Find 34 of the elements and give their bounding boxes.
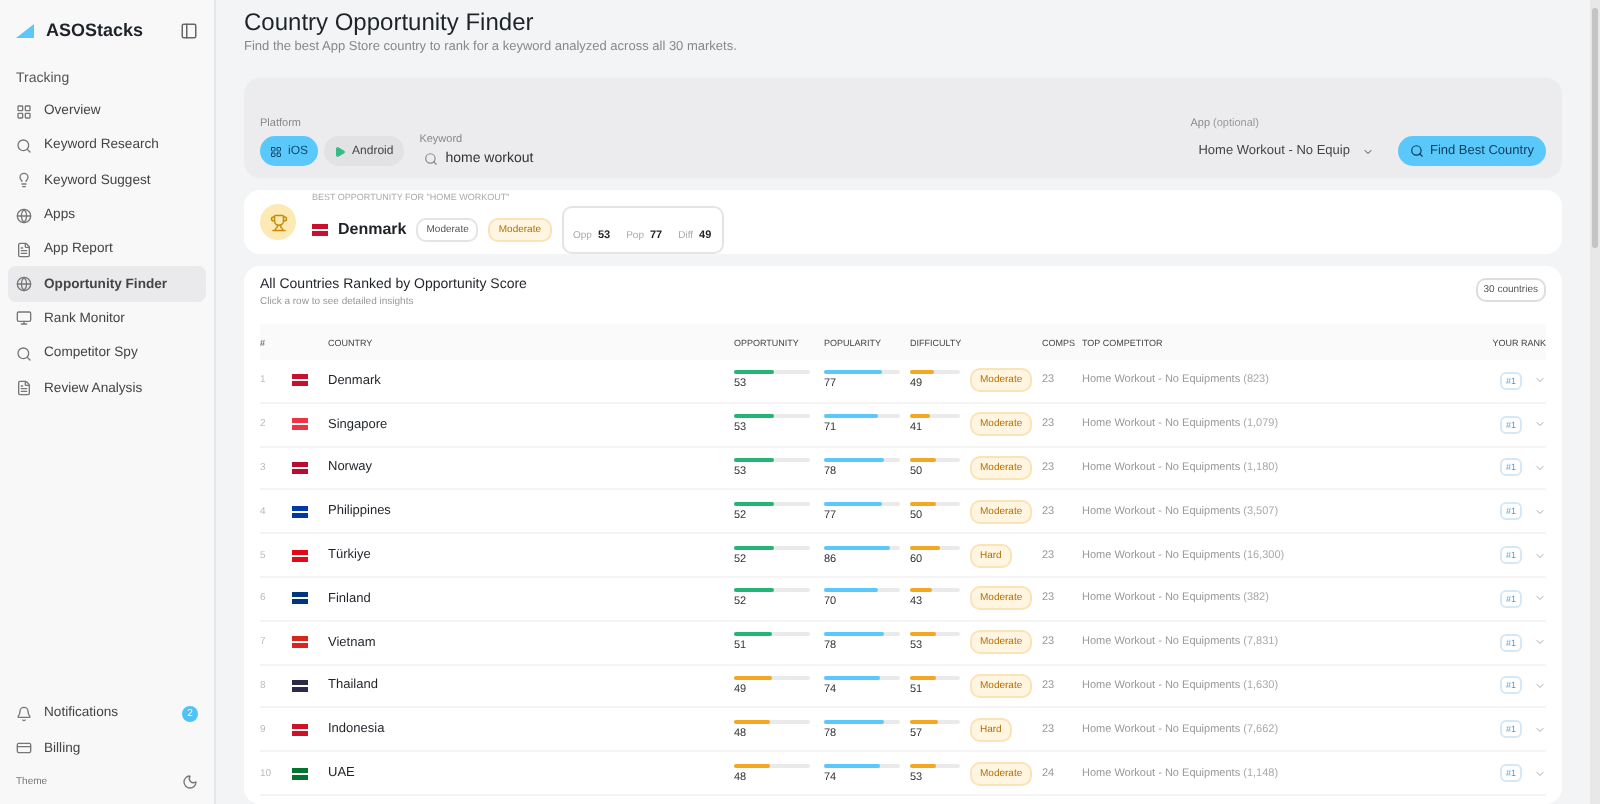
document-icon	[16, 241, 32, 258]
chevron-icon[interactable]	[1534, 549, 1546, 562]
bell-icon	[16, 705, 32, 722]
scrollbar-thumb[interactable]	[1592, 8, 1598, 248]
trophy-icon	[260, 204, 296, 240]
chevron-icon[interactable]	[1534, 679, 1546, 692]
search-icon	[16, 345, 32, 362]
chevron-icon[interactable]	[1534, 461, 1546, 474]
chevron-icon[interactable]	[1534, 418, 1546, 431]
grid-icon	[16, 103, 32, 120]
chevron-icon[interactable]	[1534, 374, 1546, 387]
moon-icon[interactable]	[182, 774, 198, 791]
search-icon	[1409, 144, 1424, 158]
document-icon	[16, 380, 32, 397]
page-title: Country Opportunity Finder	[244, 8, 536, 36]
chevron-icon[interactable]	[1534, 723, 1546, 736]
globe-icon	[16, 276, 32, 293]
app-store-icon	[270, 145, 282, 157]
monitor-icon	[16, 310, 32, 327]
search-icon	[16, 137, 32, 154]
chevron-icon[interactable]	[1534, 592, 1546, 605]
globe-icon	[16, 207, 32, 224]
card-icon	[16, 740, 32, 757]
sidebar-toggle-icon[interactable]	[180, 21, 198, 39]
play-icon	[334, 145, 347, 157]
search-icon	[423, 152, 438, 166]
logo-icon	[16, 23, 34, 37]
lightbulb-icon	[16, 172, 32, 189]
brand-name: ASOStacks	[46, 20, 144, 40]
country-name: Denmark	[338, 220, 407, 238]
chevron-icon[interactable]	[1534, 636, 1546, 649]
chevron-icon[interactable]	[1534, 767, 1546, 780]
chevron-icon[interactable]	[1534, 505, 1546, 518]
chevron-icon	[1361, 145, 1374, 157]
